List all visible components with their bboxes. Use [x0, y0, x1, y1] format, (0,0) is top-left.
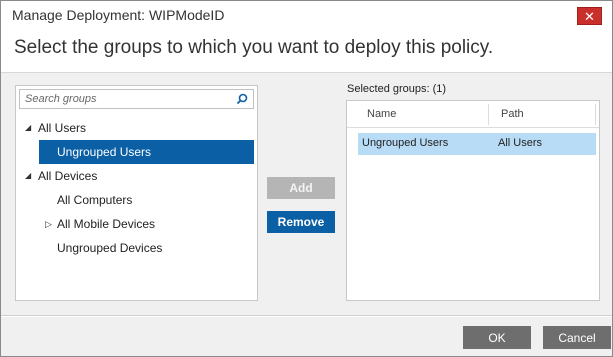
- expanded-arrow-icon[interactable]: ◢: [25, 164, 31, 188]
- search-input[interactable]: Search groups: [19, 89, 254, 109]
- tree-item-label: All Computers: [57, 193, 133, 207]
- groups-tree: ◢ All Users Ungrouped Users ◢ All Device…: [16, 116, 257, 260]
- close-icon: ✕: [584, 8, 595, 24]
- close-button[interactable]: ✕: [577, 7, 602, 25]
- content-area: Search groups ◢ All Users Ungrouped User…: [1, 72, 612, 316]
- expanded-arrow-icon[interactable]: ◢: [25, 116, 31, 140]
- tree-item-all-computers[interactable]: All Computers: [16, 188, 257, 212]
- tree-item-ungrouped-users[interactable]: Ungrouped Users: [16, 140, 257, 164]
- tree-item-label: All Mobile Devices: [57, 217, 156, 231]
- column-divider[interactable]: [595, 104, 596, 125]
- cell-name: Ungrouped Users: [362, 137, 449, 149]
- collapsed-arrow-icon[interactable]: ▷: [45, 212, 52, 236]
- window-title: Manage Deployment: WIPModeID: [12, 7, 225, 23]
- title-bar: Manage Deployment: WIPModeID ✕: [1, 1, 612, 31]
- tree-item-all-mobile-devices[interactable]: ▷ All Mobile Devices: [16, 212, 257, 236]
- column-divider[interactable]: [488, 104, 489, 125]
- search-icon[interactable]: [236, 93, 248, 105]
- dialog-footer: OK Cancel: [1, 317, 612, 356]
- tree-item-all-users[interactable]: ◢ All Users: [16, 116, 257, 140]
- tree-item-label: Ungrouped Users: [57, 145, 152, 159]
- tree-item-label: All Devices: [38, 169, 98, 183]
- selected-groups-grid: Name Path Ungrouped Users All Users: [346, 100, 600, 301]
- grid-header: Name Path: [347, 101, 599, 128]
- tree-item-label: All Users: [38, 121, 87, 135]
- add-button[interactable]: Add: [267, 177, 335, 199]
- column-header-path[interactable]: Path: [501, 108, 524, 120]
- remove-button[interactable]: Remove: [267, 211, 335, 233]
- table-row[interactable]: Ungrouped Users All Users: [358, 133, 596, 155]
- cell-path: All Users: [498, 137, 543, 149]
- tree-item-label: Ungrouped Devices: [57, 241, 163, 255]
- search-placeholder: Search groups: [25, 93, 97, 105]
- tree-item-ungrouped-devices[interactable]: Ungrouped Devices: [16, 236, 257, 260]
- tree-item-all-devices[interactable]: ◢ All Devices: [16, 164, 257, 188]
- cancel-button[interactable]: Cancel: [543, 326, 611, 349]
- column-header-name[interactable]: Name: [367, 108, 396, 120]
- page-heading: Select the groups to which you want to d…: [14, 37, 494, 58]
- manage-deployment-dialog: Manage Deployment: WIPModeID ✕ Select th…: [0, 0, 613, 357]
- selected-groups-label: Selected groups: (1): [347, 83, 447, 95]
- groups-panel: Search groups ◢ All Users Ungrouped User…: [15, 85, 258, 301]
- ok-button[interactable]: OK: [463, 326, 531, 349]
